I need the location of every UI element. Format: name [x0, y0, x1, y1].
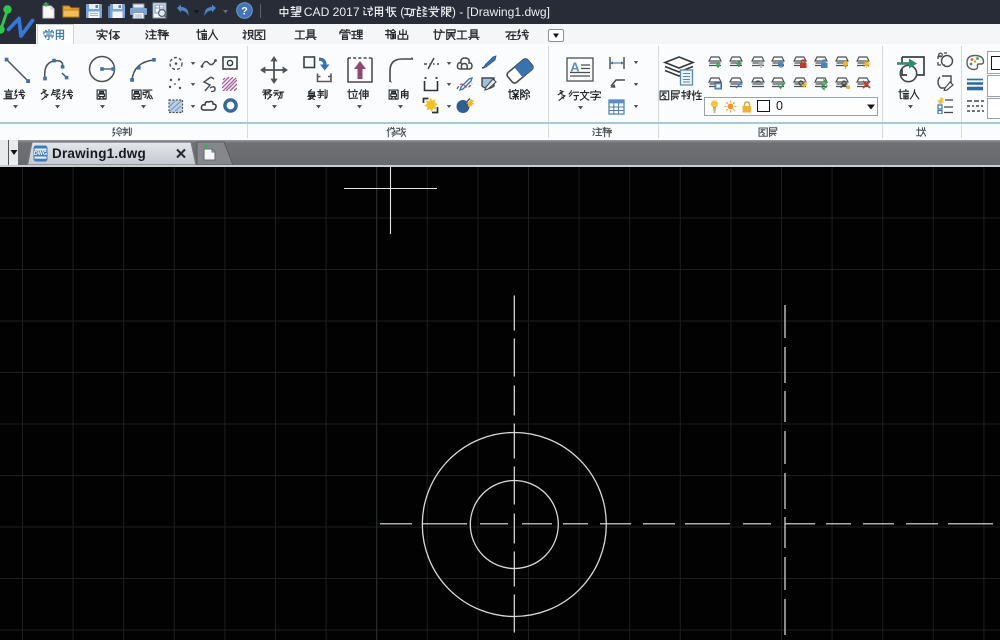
svg-text:?: ? [241, 6, 248, 18]
svg-text:DWG: DWG [34, 151, 47, 157]
